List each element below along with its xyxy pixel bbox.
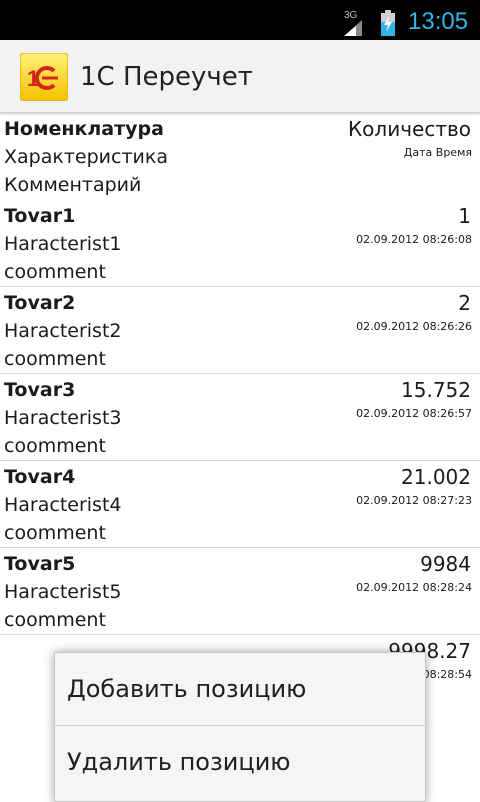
- app-title: 1С Переучет: [80, 62, 253, 92]
- item-name: Tovar4: [4, 466, 76, 488]
- list-item[interactable]: Tovar2 Haracterist2 coomment 2 02.09.201…: [0, 287, 480, 374]
- header-nomenclature: Номенклатура: [4, 118, 164, 140]
- item-characteristic: Haracterist1: [4, 233, 122, 255]
- item-datetime: 02.09.2012 08:26:26: [356, 320, 472, 333]
- item-quantity: 1: [458, 204, 471, 228]
- item-characteristic: Haracterist2: [4, 320, 122, 342]
- item-characteristic: Haracterist5: [4, 581, 122, 603]
- item-quantity: 21.002: [401, 465, 471, 489]
- item-datetime: 02.09.2012 08:28:24: [356, 581, 472, 594]
- item-name: Tovar3: [4, 379, 76, 401]
- header-comment: Комментарий: [4, 174, 142, 196]
- item-name: Tovar1: [4, 205, 76, 227]
- item-comment: coomment: [4, 435, 106, 457]
- header-characteristic: Характеристика: [4, 146, 168, 168]
- item-datetime: 02.09.2012 08:26:08: [356, 233, 472, 246]
- header-quantity: Количество: [347, 117, 471, 141]
- clock: 13:05: [408, 8, 469, 35]
- list-item[interactable]: Tovar1 Haracterist1 coomment 1 02.09.201…: [0, 200, 480, 287]
- item-comment: coomment: [4, 609, 106, 631]
- item-datetime: 02.09.2012 08:27:23: [356, 494, 472, 507]
- item-quantity: 15.752: [401, 378, 471, 402]
- item-name: Tovar5: [4, 553, 76, 575]
- inventory-list: Номенклатура Характеристика Комментарий …: [0, 113, 480, 721]
- action-bar: 1 1С Переучет: [0, 40, 480, 113]
- app-logo-1c-icon[interactable]: 1: [20, 53, 68, 101]
- item-datetime: 02.09.2012 08:26:57: [356, 407, 472, 420]
- item-name: Tovar2: [4, 292, 76, 314]
- context-menu: Добавить позицию Удалить позицию: [54, 652, 426, 802]
- status-bar: 3G 13:05: [0, 0, 480, 40]
- item-comment: coomment: [4, 261, 106, 283]
- list-item[interactable]: Tovar3 Haracterist3 coomment 15.752 02.0…: [0, 374, 480, 461]
- item-comment: coomment: [4, 522, 106, 544]
- item-quantity: 2: [458, 291, 471, 315]
- item-quantity: 9984: [420, 552, 471, 576]
- item-characteristic: Haracterist4: [4, 494, 122, 516]
- delete-position-menu-item[interactable]: Удалить позицию: [55, 726, 425, 798]
- list-header: Номенклатура Характеристика Комментарий …: [0, 113, 480, 200]
- list-item[interactable]: Tovar4 Haracterist4 coomment 21.002 02.0…: [0, 461, 480, 548]
- battery-charging-icon: [381, 10, 395, 36]
- add-position-menu-item[interactable]: Добавить позицию: [55, 653, 425, 725]
- item-comment: coomment: [4, 348, 106, 370]
- signal-icon: [344, 20, 362, 36]
- header-datetime: Дата Время: [403, 146, 472, 159]
- list-item[interactable]: Tovar5 Haracterist5 coomment 9984 02.09.…: [0, 548, 480, 635]
- item-characteristic: Haracterist3: [4, 407, 122, 429]
